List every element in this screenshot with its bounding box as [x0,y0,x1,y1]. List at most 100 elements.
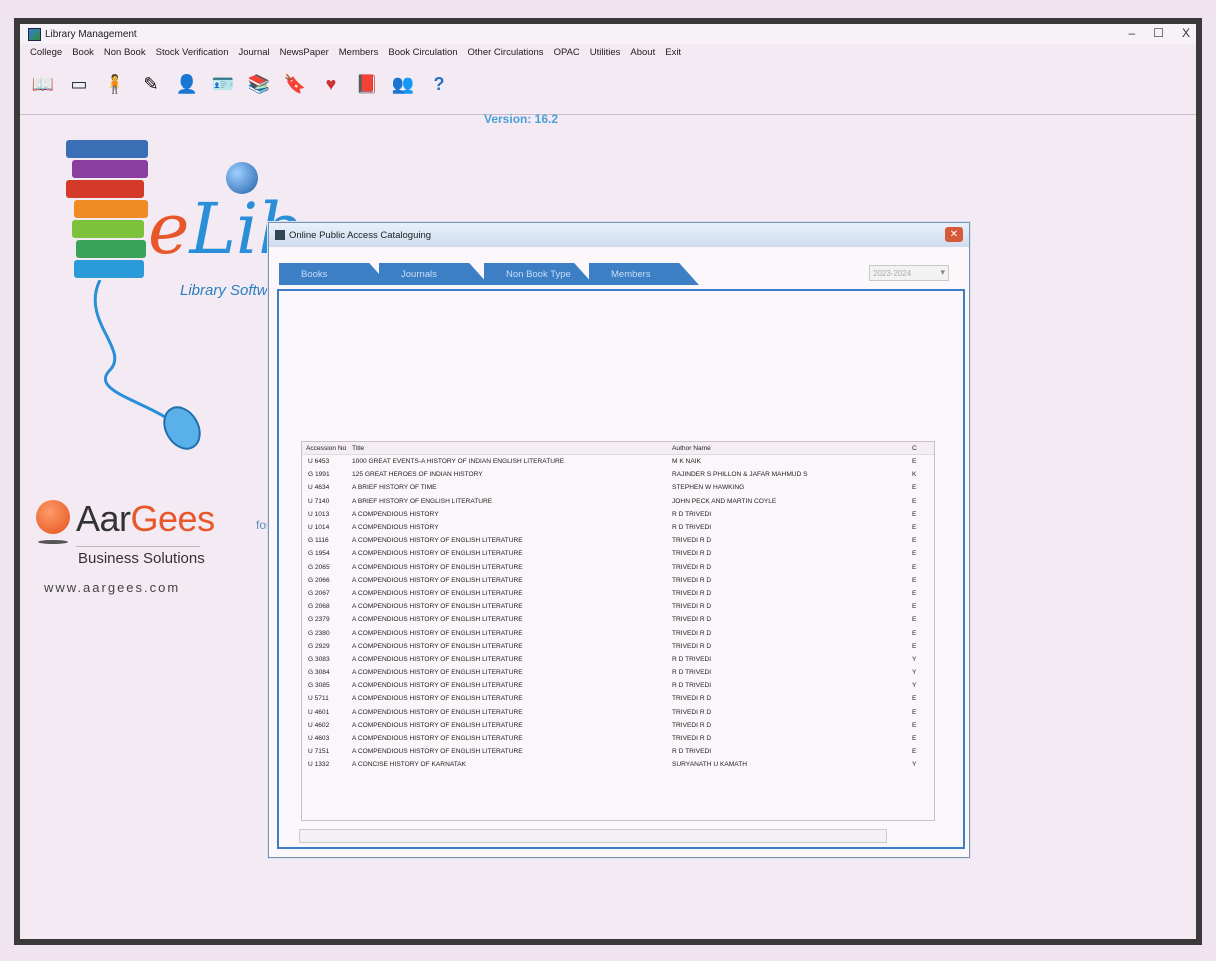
close-button[interactable]: X [1182,26,1190,40]
cell-accession: U 1332 [308,761,330,769]
cell-author: TRIVEDI R D [672,576,712,584]
card-icon[interactable]: 🪪 [208,69,238,99]
company-subtitle: Business Solutions [78,550,205,567]
toolbar: 📖 ▭ 🧍 ✎ 👤 🪪 📚 🔖 ♥ 📕 👥 ? [28,64,454,104]
table-row[interactable]: G 1954 A COMPENDIOUS HISTORY OF ENGLISH L… [302,547,934,560]
menu-non-book[interactable]: Non Book [104,47,146,58]
table-row[interactable]: U 7140 A BRIEF HISTORY OF ENGLISH LITERAT… [302,495,934,508]
heart-book-icon[interactable]: ♥ [316,69,346,99]
window-title: Library Management [45,28,137,40]
table-row[interactable]: G 2068 A COMPENDIOUS HISTORY OF ENGLISH L… [302,600,934,613]
cell-accession: G 2929 [308,642,330,650]
cell-author: TRIVEDI R D [672,721,712,729]
menu-exit[interactable]: Exit [665,47,681,58]
cell-author: TRIVEDI R D [672,603,712,611]
aargees-logo-shadow [38,540,68,544]
cell-accession: U 4601 [308,708,330,716]
menu-opac[interactable]: OPAC [554,47,580,58]
tab-non-book-type[interactable]: Non Book Type [484,263,594,285]
cell-title: 1000 GREAT EVENTS-A HISTORY OF INDIAN EN… [352,458,565,466]
menu-journal[interactable]: Journal [238,47,269,58]
table-row[interactable]: G 3083 A COMPENDIOUS HISTORY OF ENGLISH L… [302,653,934,666]
pen-icon[interactable]: ✎ [136,69,166,99]
cell-title: A COMPENDIOUS HISTORY OF ENGLISH LITERAT… [352,550,523,558]
cell-author: TRIVEDI R D [672,616,712,624]
menu-college[interactable]: College [30,47,62,58]
column-header-accession[interactable]: Accession No [302,445,346,452]
opac-dialog: Online Public Access Cataloguing ✕ Books… [268,222,970,858]
cell-title: A COMPENDIOUS HISTORY OF ENGLISH LITERAT… [352,576,523,584]
people-icon[interactable]: 👥 [388,69,418,99]
table-row[interactable]: U 4603 A COMPENDIOUS HISTORY OF ENGLISH L… [302,732,934,745]
menu-members[interactable]: Members [339,47,379,58]
column-header-author[interactable]: Author Name [672,445,912,452]
menu-about[interactable]: About [630,47,655,58]
user-icon[interactable]: 👤 [172,69,202,99]
table-row[interactable]: U 4634 A BRIEF HISTORY OF TIME STEPHEN W H… [302,481,934,494]
cell-author: RAJINDER S PHILLON & JAFAR MAHMUD S [672,471,808,479]
library-icon[interactable]: 📕 [352,69,382,99]
menu-utilities[interactable]: Utilities [590,47,621,58]
menu-other-circulations[interactable]: Other Circulations [468,47,544,58]
cell-author: TRIVEDI R D [672,642,712,650]
dialog-close-button[interactable]: ✕ [945,227,963,242]
table-row[interactable]: U 5711 A COMPENDIOUS HISTORY OF ENGLISH L… [302,692,934,705]
horizontal-scrollbar[interactable] [299,829,887,843]
table-row[interactable]: G 3085 A COMPENDIOUS HISTORY OF ENGLISH L… [302,679,934,692]
menu-newspaper[interactable]: NewsPaper [280,47,329,58]
tab-books[interactable]: Books [279,263,389,285]
table-row[interactable]: U 4601 A COMPENDIOUS HISTORY OF ENGLISH L… [302,706,934,719]
cell-c: E [912,735,917,743]
menu-bar: College Book Non Book Stock Verification… [20,44,1196,60]
menu-stock-verification[interactable]: Stock Verification [156,47,229,58]
table-row[interactable]: U 1013 A COMPENDIOUS HISTORY R D TRIVEDI E [302,508,934,521]
table-row[interactable]: G 1991 125 GREAT HEROES OF INDIAN HISTORY… [302,468,934,481]
column-header-c[interactable]: C [912,445,930,452]
cell-accession: G 3084 [308,669,330,677]
table-row[interactable]: G 2065 A COMPENDIOUS HISTORY OF ENGLISH L… [302,561,934,574]
maximize-button[interactable]: ☐ [1153,26,1164,40]
cell-author: TRIVEDI R D [672,537,712,545]
table-row[interactable]: U 1332 A CONCISE HISTORY OF KARNATAK SURYA… [302,758,934,771]
books-icon[interactable]: 📚 [244,69,274,99]
table-row[interactable]: U 7151 A COMPENDIOUS HISTORY OF ENGLISH L… [302,745,934,758]
window-icon[interactable]: ▭ [64,69,94,99]
table-row[interactable]: U 1014 A COMPENDIOUS HISTORY R D TRIVEDI E [302,521,934,534]
table-row[interactable]: G 2379 A COMPENDIOUS HISTORY OF ENGLISH L… [302,613,934,626]
cell-title: A COMPENDIOUS HISTORY OF ENGLISH LITERAT… [352,603,523,611]
cell-c: E [912,458,917,466]
cell-title: A COMPENDIOUS HISTORY OF ENGLISH LITERAT… [352,721,523,729]
grid-header: Accession No Title Author Name C [302,442,934,455]
bookmark-icon[interactable]: 🔖 [280,69,310,99]
cell-accession: U 5711 [308,695,329,703]
menu-book-circulation[interactable]: Book Circulation [388,47,457,58]
person-icon[interactable]: 🧍 [100,69,130,99]
help-icon[interactable]: ? [424,69,454,99]
year-select[interactable]: 2023-2024 ▾ [869,265,949,281]
menu-book[interactable]: Book [72,47,94,58]
company-name: AarGees [76,498,215,540]
table-row[interactable]: G 2067 A COMPENDIOUS HISTORY OF ENGLISH L… [302,587,934,600]
mouse-cable-graphic [93,280,201,450]
cell-accession: U 7140 [308,497,330,505]
table-row[interactable]: U 6453 1000 GREAT EVENTS-A HISTORY OF IND… [302,455,934,468]
cell-title: A COMPENDIOUS HISTORY OF ENGLISH LITERAT… [352,629,523,637]
cell-title: A COMPENDIOUS HISTORY OF ENGLISH LITERAT… [352,708,523,716]
dialog-title-bar: Online Public Access Cataloguing [269,223,969,247]
tab-members[interactable]: Members [589,263,699,285]
cell-author: SURYANATH U KAMATH [672,761,747,769]
table-row[interactable]: G 2066 A COMPENDIOUS HISTORY OF ENGLISH L… [302,574,934,587]
table-row[interactable]: U 4602 A COMPENDIOUS HISTORY OF ENGLISH L… [302,719,934,732]
table-row[interactable]: G 2380 A COMPENDIOUS HISTORY OF ENGLISH L… [302,626,934,639]
book-icon[interactable]: 📖 [28,69,58,99]
table-row[interactable]: G 3084 A COMPENDIOUS HISTORY OF ENGLISH L… [302,666,934,679]
tab-strip: Books Journals Non Book Type Members [279,263,699,287]
table-row[interactable]: G 1116 A COMPENDIOUS HISTORY OF ENGLISH L… [302,534,934,547]
column-header-title[interactable]: Title [346,445,672,452]
cell-author: R D TRIVEDI [672,510,712,518]
minimize-button[interactable]: – [1129,26,1136,40]
cell-title: A COMPENDIOUS HISTORY [352,510,439,518]
tab-journals[interactable]: Journals [379,263,489,285]
table-row[interactable]: G 2929 A COMPENDIOUS HISTORY OF ENGLISH L… [302,640,934,653]
cell-title: A CONCISE HISTORY OF KARNATAK [352,761,467,769]
